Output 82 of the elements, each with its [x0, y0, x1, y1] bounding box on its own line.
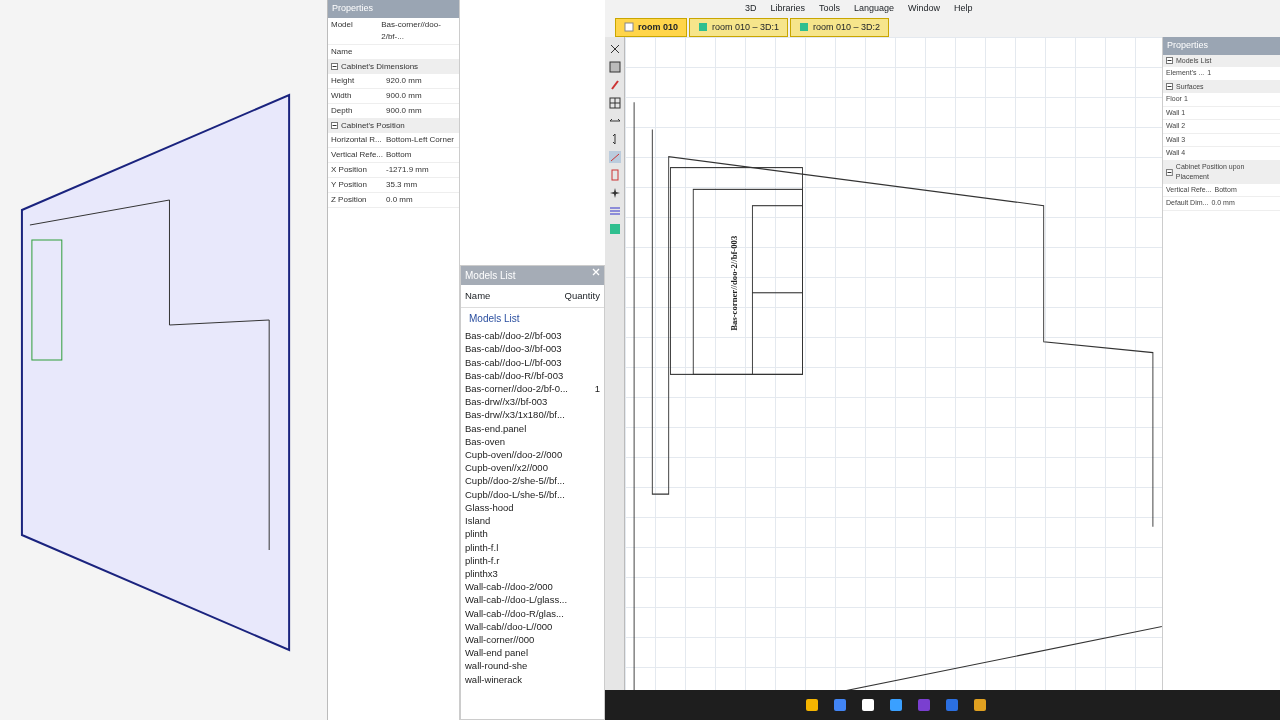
model-name[interactable]: Wall-cab-//doo-R/glas... [465, 606, 564, 620]
property-value[interactable]: 900.0 mm [386, 89, 422, 102]
model-name[interactable]: Wall-cab//doo-L//000 [465, 619, 553, 633]
model-name[interactable]: Bas-cab//doo-2//bf-003 [465, 329, 562, 343]
property-value[interactable]: Bottom-Left Corner [386, 133, 455, 146]
document-tab[interactable]: room 010 – 3D:2 [790, 17, 890, 37]
model-name[interactable]: plinth-f.l [465, 540, 499, 554]
menu-item[interactable]: Window [908, 2, 941, 16]
property-label: Vertical Refe... [331, 148, 383, 161]
line-tool-icon[interactable] [608, 151, 621, 163]
model-name[interactable]: wall-winerack [465, 672, 522, 686]
property-value[interactable]: 0.0 mm [386, 193, 413, 206]
taskbar-app-icon[interactable] [889, 698, 903, 712]
door-icon[interactable] [608, 169, 621, 181]
model-name[interactable]: Bas-drw//x3//bf-003 [465, 395, 548, 409]
collapse-icon[interactable] [331, 122, 338, 129]
panel-title: Properties [328, 0, 459, 18]
property-group: Cabinet's Dimensions [341, 60, 419, 73]
collapse-icon[interactable] [1166, 83, 1173, 91]
column-header[interactable]: Quantity [564, 289, 600, 304]
model-name[interactable]: Cupb//doo-L/she-5//bf... [465, 487, 565, 501]
model-name[interactable]: wall-round-she [465, 659, 528, 673]
model-name[interactable]: plinth [465, 527, 488, 541]
collapse-icon[interactable] [1166, 57, 1173, 65]
taskbar-app-icon[interactable] [973, 698, 987, 712]
property-label: Horizontal R... [331, 133, 383, 146]
model-name[interactable]: Bas-drw//x3/1x180//bf... [465, 408, 565, 422]
model-name[interactable]: Cupb-oven//x2//000 [465, 461, 548, 475]
menu-item[interactable]: Tools [819, 2, 841, 16]
model-name[interactable]: Cupb-oven//doo-2//000 [465, 448, 563, 462]
menu-item[interactable]: Language [854, 2, 895, 16]
close-icon[interactable] [608, 43, 621, 55]
menu-item[interactable]: Help [954, 2, 973, 16]
plan-icon [624, 22, 634, 33]
model-quantity: 1 [594, 382, 600, 396]
property-value[interactable]: Bottom [386, 148, 412, 161]
model-name[interactable]: Bas-cab//doo-3//bf-003 [465, 342, 562, 356]
property-label: Z Position [331, 193, 368, 206]
property-label: Width [331, 89, 353, 102]
model-name[interactable]: Island [465, 514, 491, 528]
taskbar-app-icon[interactable] [805, 698, 819, 712]
property-value[interactable]: 35.3 mm [386, 178, 418, 191]
property-label: Name [331, 45, 354, 58]
model-name[interactable]: plinth-f.r [465, 553, 500, 567]
model-name[interactable]: Wall-end panel [465, 646, 529, 660]
property-value[interactable]: Bas-corner//doo-2/bf-... [381, 18, 456, 43]
pencil-icon[interactable] [608, 79, 621, 91]
model-name[interactable]: Wall-cab-//doo-L/glass... [465, 593, 568, 607]
property-label: Y Position [331, 178, 368, 191]
property-label: Model [331, 18, 354, 31]
column-header[interactable]: Name [465, 289, 491, 304]
table-icon[interactable] [608, 97, 621, 109]
collapse-icon[interactable] [331, 63, 338, 70]
property-label: X Position [331, 163, 369, 176]
property-value[interactable]: -1271.9 mm [386, 163, 429, 176]
model-name[interactable]: Bas-cab//doo-L//bf-003 [465, 355, 562, 369]
cube-icon [698, 22, 709, 33]
panel-title: Models List [465, 269, 516, 283]
model-name[interactable]: Wall-cab-//doo-2/000 [465, 580, 553, 594]
property-value[interactable]: 900.0 mm [386, 104, 422, 117]
cube-icon [799, 22, 810, 33]
model-name[interactable]: Cupb//doo-2/she-5//bf... [465, 474, 565, 488]
model-name[interactable]: Bas-cab//doo-R//bf-003 [465, 368, 564, 383]
model-name[interactable]: Bas-oven [465, 434, 506, 449]
document-tab[interactable]: room 010 – 3D:1 [689, 17, 789, 37]
model-name[interactable]: plinthx3 [465, 566, 498, 581]
property-label: Depth [331, 104, 354, 117]
model-name[interactable]: Wall-corner//000 [465, 632, 535, 647]
property-group: Cabinet's Position [341, 119, 405, 132]
collapse-icon[interactable] [1166, 168, 1173, 176]
model-name[interactable]: Bas-end.panel [465, 421, 527, 435]
menu-item[interactable]: 3D [745, 2, 757, 16]
document-tab[interactable]: room 010 [615, 17, 688, 37]
model-name[interactable]: Bas-corner//doo-2/bf-0... [465, 382, 568, 396]
grid-icon[interactable] [608, 61, 621, 73]
model-name[interactable]: Glass-hood [465, 500, 514, 515]
property-value[interactable]: 920.0 mm [386, 74, 422, 87]
property-label: Height [331, 74, 356, 87]
menu-item[interactable]: Libraries [770, 2, 806, 16]
panel-title: Properties [1163, 37, 1280, 55]
list-group-header: Models List [468, 312, 521, 327]
taskbar-app-icon[interactable] [861, 698, 875, 712]
